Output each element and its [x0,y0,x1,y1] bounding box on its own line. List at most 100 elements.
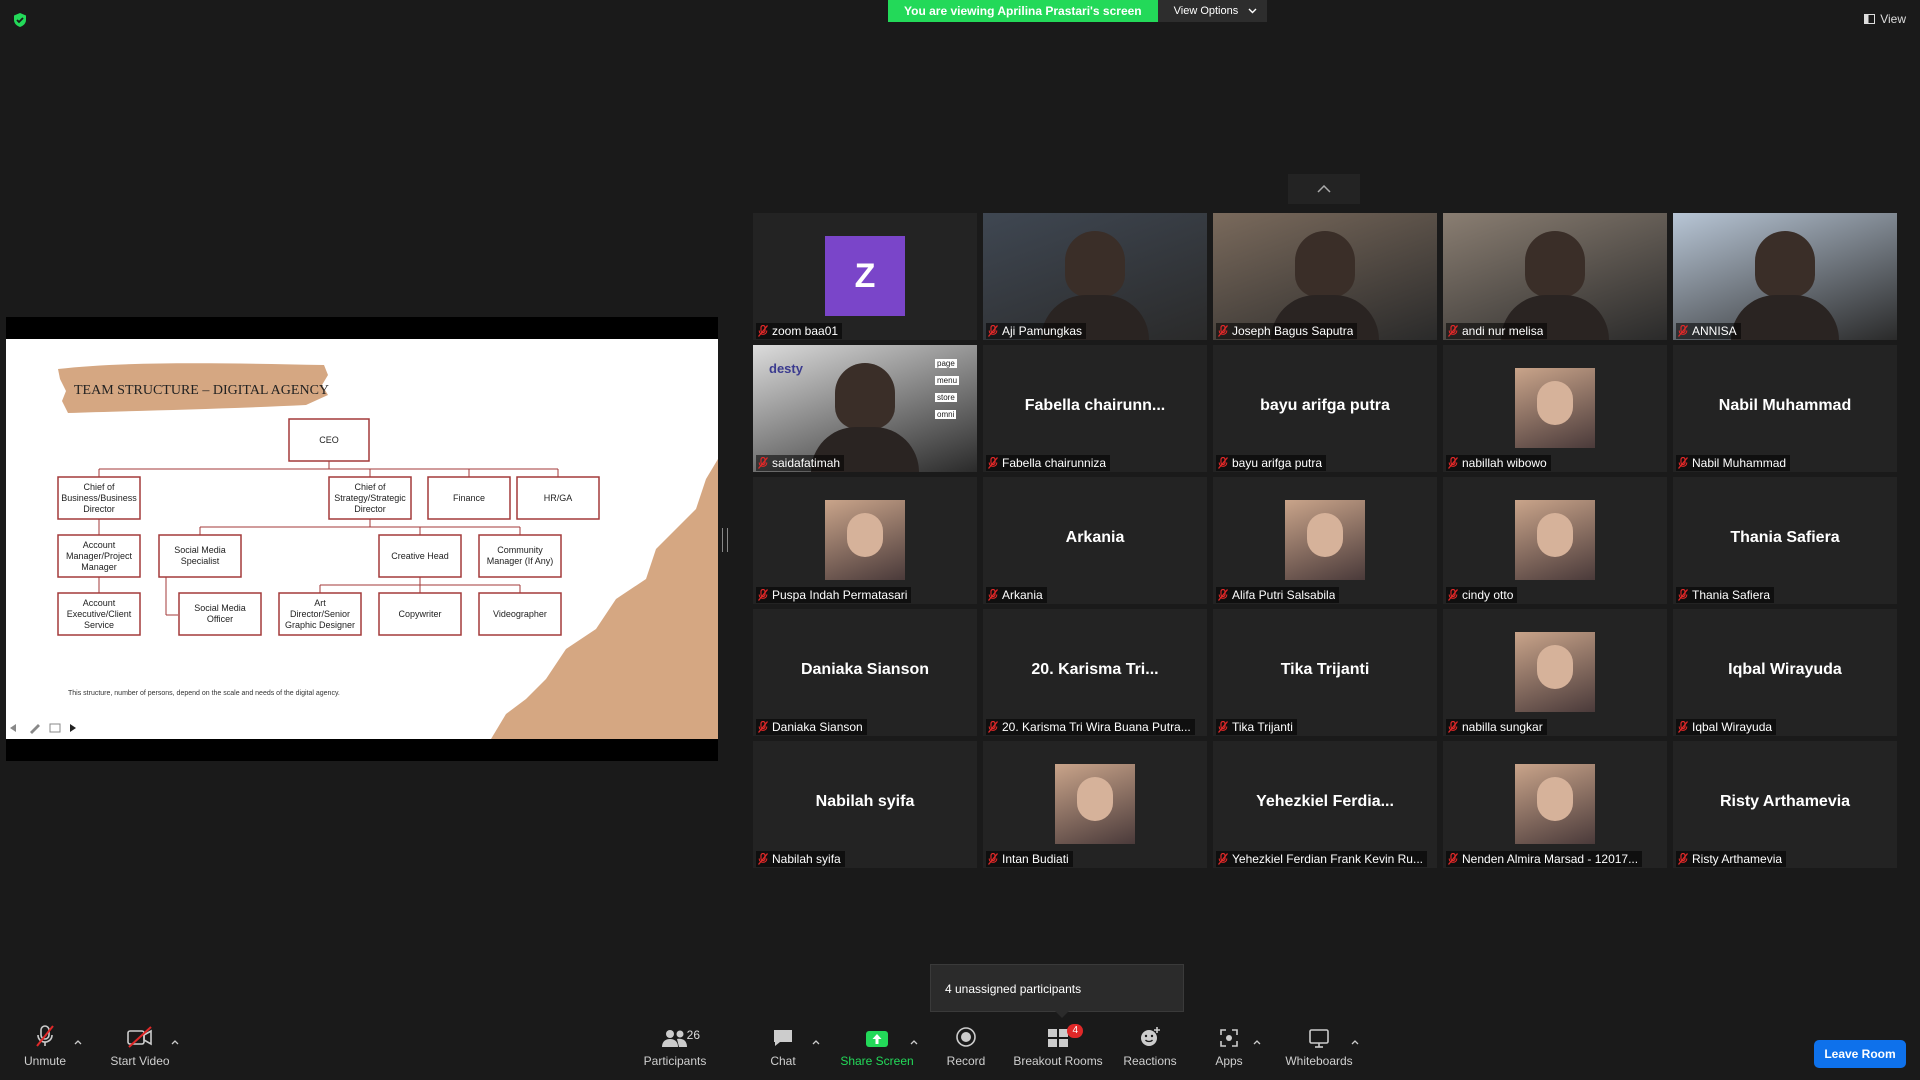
participants-button[interactable]: 26 Participants [642,1022,708,1080]
participant-tile[interactable]: ANNISA [1673,213,1897,340]
participant-tile[interactable]: Intan Budiati [983,741,1207,868]
unmute-button[interactable]: Unmute [20,1022,70,1080]
participant-tile[interactable]: bayu arifga putra bayu arifga putra [1213,345,1437,472]
participant-name-label: Risty Arthamevia [1676,851,1787,867]
participant-name: Arkania [1002,588,1043,602]
view-options-label: View Options [1173,5,1239,17]
gallery-page-up-button[interactable] [1288,174,1360,204]
mic-muted-icon [1678,589,1688,601]
participant-tile[interactable]: Thania Safiera Thania Safiera [1673,477,1897,604]
profile-face [1307,513,1343,557]
whiteboards-button[interactable]: Whiteboards [1284,1022,1354,1080]
art-director-label-3: Graphic Designer [285,620,355,630]
participant-tile[interactable]: Daniaka Sianson Daniaka Sianson [753,609,977,736]
start-video-button[interactable]: Start Video [107,1022,173,1080]
participant-tile[interactable]: Yehezkiel Ferdia... Yehezkiel Ferdian Fra… [1213,741,1437,868]
chat-options-caret-icon[interactable] [811,1038,821,1048]
profile-face [1537,513,1573,557]
participant-name: nabilla sungkar [1462,720,1543,734]
community-manager-label-2: Manager (If Any) [487,556,554,566]
participant-name-label: Fabella chairunniza [986,455,1111,471]
whiteboard-icon [1309,1029,1329,1048]
participant-tile[interactable]: andi nur melisa [1443,213,1667,340]
participant-display-name: Thania Safiera [1730,529,1840,546]
ceo-label: CEO [319,435,339,445]
participant-tile[interactable]: Iqbal Wirayuda Iqbal Wirayuda [1673,609,1897,736]
video-options-caret-icon[interactable] [170,1038,180,1048]
reactions-button[interactable]: Reactions [1123,1022,1177,1080]
share-screen-icon [866,1031,888,1047]
participant-name-label: Intan Budiati [986,851,1073,867]
participant-tile[interactable]: Zzoom baa01 [753,213,977,340]
whiteboards-options-caret-icon[interactable] [1350,1038,1360,1048]
participant-name: Thania Safiera [1692,588,1771,602]
mic-muted-icon [988,457,998,469]
participant-tile[interactable]: cindy otto [1443,477,1667,604]
account-manager-label-2: Manager/Project [66,551,133,561]
participant-tile[interactable]: desty page menu store omni saidafatimah [753,345,977,472]
person-silhouette [1525,231,1585,297]
participant-tile[interactable]: nabilla sungkar [1443,609,1667,736]
art-director-label-1: Art [314,598,326,608]
participant-name: andi nur melisa [1462,324,1544,338]
chief-business-label-2: Business/Business [61,493,137,503]
split-handle[interactable] [722,528,728,552]
participant-tile[interactable]: nabillah wibowo [1443,345,1667,472]
desty-app-label: omni [935,410,957,419]
participant-tile[interactable]: Fabella chairunn... Fabella chairunniza [983,345,1207,472]
participant-tile[interactable]: Nenden Almira Marsad - 12017... [1443,741,1667,868]
participant-tile[interactable]: Alifa Putri Salsabila [1213,477,1437,604]
participant-display-name: bayu arifga putra [1260,397,1390,414]
chevron-down-icon [1248,8,1257,14]
participant-name-label: nabillah wibowo [1446,455,1551,471]
share-options-caret-icon[interactable] [909,1038,919,1048]
chat-button[interactable]: Chat [767,1022,799,1080]
participant-name-label: Daniaka Sianson [756,719,867,735]
participant-name: saidafatimah [772,456,841,470]
participant-tile[interactable]: Puspa Indah Permatasari [753,477,977,604]
person-silhouette [1065,231,1125,297]
apps-options-caret-icon[interactable] [1252,1038,1262,1048]
participant-tile[interactable]: Nabilah syifa Nabilah syifa [753,741,977,868]
participant-tile[interactable]: Arkania Arkania [983,477,1207,604]
participant-tile[interactable]: Nabil Muhammad Nabil Muhammad [1673,345,1897,472]
mic-muted-icon [1678,721,1688,733]
screen-share-banner: You are viewing Aprilina Prastari's scre… [888,0,1268,22]
mic-muted-icon [1218,457,1228,469]
participant-name-label: Joseph Bagus Saputra [1216,323,1358,339]
breakout-rooms-button[interactable]: 4 Breakout Rooms [1013,1022,1103,1080]
participant-tile[interactable]: Tika Trijanti Tika Trijanti [1213,609,1437,736]
profile-face [1537,381,1573,425]
chevron-up-icon [1317,185,1331,193]
mic-muted-icon [758,721,768,733]
view-button[interactable]: View [1864,12,1906,26]
audio-options-caret-icon[interactable] [73,1038,83,1048]
share-screen-button[interactable]: Share Screen [840,1022,914,1080]
desty-app-label: page [935,359,957,368]
apps-button[interactable]: Apps [1212,1022,1246,1080]
meeting-toolbar: Unmute Start Video 26 Participants Chat … [0,1022,1920,1080]
record-button[interactable]: Record [945,1022,987,1080]
mic-muted-icon [1218,721,1228,733]
leave-room-button[interactable]: Leave Room [1814,1040,1906,1068]
participant-name-label: Nenden Almira Marsad - 12017... [1446,851,1643,867]
participant-tile[interactable]: Aji Pamungkas [983,213,1207,340]
participant-name: Risty Arthamevia [1692,852,1783,866]
participant-name-label: ANNISA [1676,323,1741,339]
shared-screen[interactable]: TEAM STRUCTURE – DIGITAL AGENCY CEO Chie… [6,317,718,761]
participant-tile[interactable]: 20. Karisma Tri... 20. Karisma Tri Wira B… [983,609,1207,736]
participant-display-name: Nabil Muhammad [1718,397,1852,414]
mic-muted-icon [988,853,998,865]
participant-tile[interactable]: Joseph Bagus Saputra [1213,213,1437,340]
view-options-button[interactable]: View Options [1157,0,1268,22]
participant-name: Joseph Bagus Saputra [1232,324,1354,338]
org-chart: TEAM STRUCTURE – DIGITAL AGENCY CEO Chie… [10,363,718,739]
participant-name-label: Nabilah syifa [756,851,845,867]
participant-name-label: Nabil Muhammad [1676,455,1791,471]
account-manager-label-3: Manager [81,562,117,572]
mic-muted-icon [1218,589,1228,601]
security-shield-icon[interactable] [12,12,28,28]
participant-tile[interactable]: Risty Arthamevia Risty Arthamevia [1673,741,1897,868]
mic-muted-icon [1678,853,1688,865]
whiteboards-label: Whiteboards [1285,1054,1353,1068]
